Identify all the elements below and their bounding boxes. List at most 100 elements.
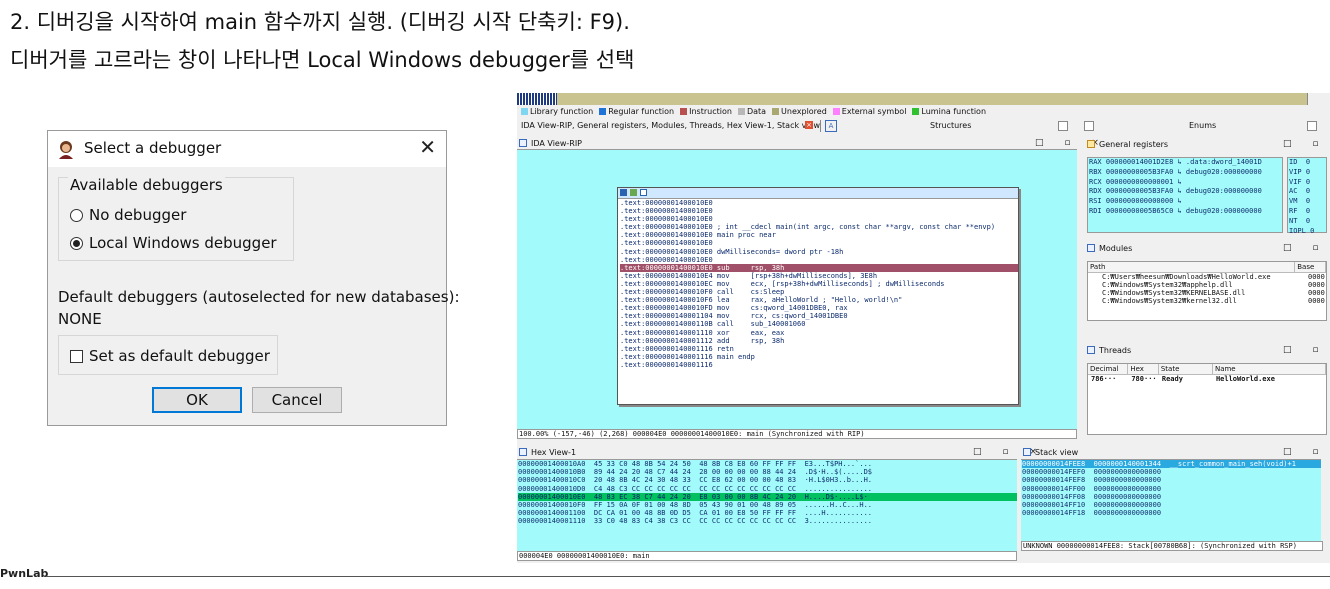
register-row[interactable]: RSI 0000000000000000 ↳ (1089, 197, 1282, 207)
stack-line[interactable]: 00000000014FEE8 0000000140001344 __scrt_… (1022, 460, 1321, 469)
threads-window-controls[interactable]: □ ▫ × (1283, 345, 1330, 355)
stack-view-title[interactable]: Stack view (1035, 448, 1078, 457)
disasm-line[interactable]: .text:00000001400010E0 ; int __cdecl mai… (620, 223, 1018, 231)
disasm-line[interactable]: .text:00000001400010FD mov cs:qword_1400… (620, 304, 1018, 312)
flag-row[interactable]: ID 0 (1289, 158, 1326, 168)
disassembly-lines[interactable]: .text:00000001400010E0 .text:000000014000… (618, 199, 1018, 369)
register-row[interactable]: RDI 00000000005B65C0 ↳ debug020:00000000… (1089, 207, 1282, 217)
hex-dump[interactable]: 00000001400010A0 45 33 C0 48 8B 54 24 50… (517, 459, 1017, 551)
modules-window-controls[interactable]: □ ▫ × (1283, 243, 1330, 253)
tab-structures[interactable]: Structures (930, 121, 971, 130)
disasm-line[interactable]: .text:0000000140001104 mov rcx, cs:qword… (620, 312, 1018, 320)
column-header[interactable]: Name (1213, 364, 1326, 374)
navigation-band-scroll[interactable] (1307, 93, 1330, 105)
flag-row[interactable]: RF 0 (1289, 207, 1326, 217)
column-header[interactable]: Hex (1128, 364, 1159, 374)
hex-line[interactable]: 00000001400010C0 20 48 8B 4C 24 30 48 33… (518, 476, 1017, 484)
disasm-line[interactable]: .text:0000000140001116 (620, 361, 1018, 369)
hex-line[interactable]: 0000000140001100 DC CA 01 00 48 8B 0D D5… (518, 509, 1017, 517)
flag-row[interactable]: NT 0 (1289, 217, 1326, 227)
disasm-line[interactable]: .text:00000001400010E0 (620, 256, 1018, 264)
modules-table[interactable]: Path Base C:₩Users₩heesun₩Downloads₩Hell… (1087, 261, 1327, 321)
set-default-debugger-checkbox[interactable]: Set as default debugger (70, 347, 270, 365)
radio-local-windows-debugger[interactable]: Local Windows debugger (70, 234, 277, 252)
disasm-line[interactable]: .text:0000000140001110 xor eax, eax (620, 329, 1018, 337)
module-row[interactable]: C:₩Windows₩System32₩apphelp.dll 0000 (1088, 281, 1326, 289)
flag-row[interactable]: VIP 0 (1289, 168, 1326, 178)
disasm-line[interactable]: .text:00000001400010E0 (620, 199, 1018, 207)
disasm-line[interactable]: .text:00000001400010F6 lea rax, aHelloWo… (620, 296, 1018, 304)
module-row[interactable]: C:₩Users₩heesun₩Downloads₩HelloWorld.exe… (1088, 273, 1326, 281)
ok-button[interactable]: OK (152, 387, 242, 413)
hex-line[interactable]: 00000001400010E0 48 83 EC 38 C7 44 24 20… (518, 492, 1017, 502)
stack-line[interactable]: 00000000014FF10 0000000000000000 (1022, 501, 1321, 509)
ida-view-title[interactable]: IDA View-RIP (531, 139, 582, 148)
flag-row[interactable]: VIF 0 (1289, 178, 1326, 188)
hex-line[interactable]: 0000000140001110 33 C0 48 83 C4 38 C3 CC… (518, 517, 1017, 525)
disasm-line[interactable]: .text:00000001400010F0 call cs:Sleep (620, 288, 1018, 296)
structures-icon[interactable]: A (825, 120, 837, 132)
module-row[interactable]: C:₩Windows₩System32₩KERNELBASE.dll 0000 (1088, 289, 1326, 297)
disasm-line[interactable]: .text:0000000140001116 main endp (620, 353, 1018, 361)
radio-no-debugger[interactable]: No debugger (70, 206, 186, 224)
column-header[interactable]: Decimal (1088, 364, 1129, 374)
node-graph-icon[interactable] (630, 189, 637, 196)
disasm-line[interactable]: .text:000000014000110B call sub_14000106… (620, 320, 1018, 328)
hex-line[interactable]: 00000001400010D0 C4 48 C3 CC CC CC CC CC… (518, 485, 1017, 493)
thread-row[interactable]: 786··· 780··· Ready HelloWorld.exe (1088, 375, 1326, 384)
registers-list[interactable]: RAX 000000014001D2E8 ↳ .data:dword_14001… (1087, 157, 1283, 233)
disasm-line[interactable]: .text:00000001400010EC mov ecx, [rsp+38h… (620, 280, 1018, 288)
threads-table[interactable]: Decimal Hex State Name 786··· 780··· Ready… (1087, 363, 1327, 435)
stack-line[interactable]: 00000000014FEF0 0000000000000000 (1022, 468, 1321, 476)
register-row[interactable]: RDX 00000000005B3FA0 ↳ debug020:00000000… (1089, 187, 1282, 197)
hex-view-title[interactable]: Hex View-1 (531, 448, 576, 457)
graph-node-main[interactable]: .text:00000001400010E0 .text:000000014000… (617, 187, 1019, 405)
disasm-line[interactable]: .text:0000000140001116 retn (620, 345, 1018, 353)
hex-line[interactable]: 00000001400010A0 45 33 C0 48 8B 54 24 50… (518, 460, 1017, 468)
flag-row[interactable]: VM 0 (1289, 197, 1326, 207)
thread-cell: 786··· (1091, 375, 1117, 383)
register-row[interactable]: RAX 000000014001D2E8 ↳ .data:dword_14001… (1089, 158, 1282, 168)
navigation-band[interactable] (517, 93, 1330, 105)
hex-line[interactable]: 00000001400010B0 89 44 24 20 48 C7 44 24… (518, 468, 1017, 476)
register-row[interactable]: RBX 00000000005B3FA0 ↳ debug020:00000000… (1089, 168, 1282, 178)
modules-title[interactable]: Modules (1099, 244, 1132, 253)
disasm-line[interactable]: .text:00000001400010E0 (620, 239, 1018, 247)
stack-line[interactable]: 00000000014FF18 0000000000000000 (1022, 509, 1321, 517)
disasm-line[interactable]: .text:00000001400010E0 sub rsp, 38h (620, 263, 1018, 272)
node-text-icon[interactable] (640, 189, 647, 196)
stack-dump[interactable]: 00000000014FEE8 0000000140001344 __scrt_… (1021, 459, 1321, 541)
disasm-line[interactable]: .text:00000001400010E0 dwMilliseconds= d… (620, 248, 1018, 256)
module-row[interactable]: C:₩Windows₩System32₩kernel32.dll 0000 (1088, 297, 1326, 305)
register-row[interactable]: RCX 0000000000000001 ↳ (1089, 178, 1282, 188)
stack-line[interactable]: 00000000014FEF8 0000000000000000 (1022, 476, 1321, 484)
flag-row[interactable]: IOPL 0 (1289, 227, 1326, 237)
tab-debug-views[interactable]: IDA View-RIP, General registers, Modules… (521, 121, 820, 130)
restore-icon[interactable] (1307, 121, 1317, 131)
column-header[interactable]: Base (1295, 262, 1326, 272)
tab-enums[interactable]: Enums (1189, 121, 1216, 130)
stack-line[interactable]: 00000000014FF08 0000000000000000 (1022, 493, 1321, 501)
cancel-button[interactable]: Cancel (252, 387, 342, 413)
stack-window-controls[interactable]: □ ▫ × (1283, 447, 1330, 457)
hex-line[interactable]: 00000001400010F0 FF 15 0A 0F 01 00 48 8D… (518, 501, 1017, 509)
registers-window-controls[interactable]: □ ▫ × (1283, 139, 1330, 149)
close-icon[interactable]: ✕ (419, 135, 436, 159)
disasm-line[interactable]: .text:00000001400010E0 main proc near (620, 231, 1018, 239)
stack-line[interactable]: 00000000014FF00 0000000000000000 (1022, 485, 1321, 493)
flag-row[interactable]: AC 0 (1289, 187, 1326, 197)
disasm-line[interactable]: .text:00000001400010E4 mov [rsp+38h+dwMi… (620, 272, 1018, 280)
flags-list[interactable]: ID 0 VIP 0 VIF 0 AC 0 VM 0 RF 0 NT 0 IOPL 0 (1287, 157, 1327, 235)
restore-icon[interactable] (1058, 121, 1068, 131)
close-tab-icon[interactable]: × (805, 121, 813, 129)
threads-title[interactable]: Threads (1099, 346, 1131, 355)
ida-graph-view[interactable]: .text:00000001400010E0 .text:000000014000… (517, 149, 1077, 429)
node-color-icon[interactable] (620, 189, 627, 196)
column-header[interactable]: State (1159, 364, 1213, 374)
general-registers-title[interactable]: General registers (1099, 140, 1168, 149)
disasm-line[interactable]: .text:00000001400010E0 (620, 215, 1018, 223)
disasm-line[interactable]: .text:0000000140001112 add rsp, 38h (620, 337, 1018, 345)
column-header[interactable]: Path (1088, 262, 1296, 272)
disasm-line[interactable]: .text:00000001400010E0 (620, 207, 1018, 215)
enums-icon[interactable] (1084, 121, 1094, 131)
